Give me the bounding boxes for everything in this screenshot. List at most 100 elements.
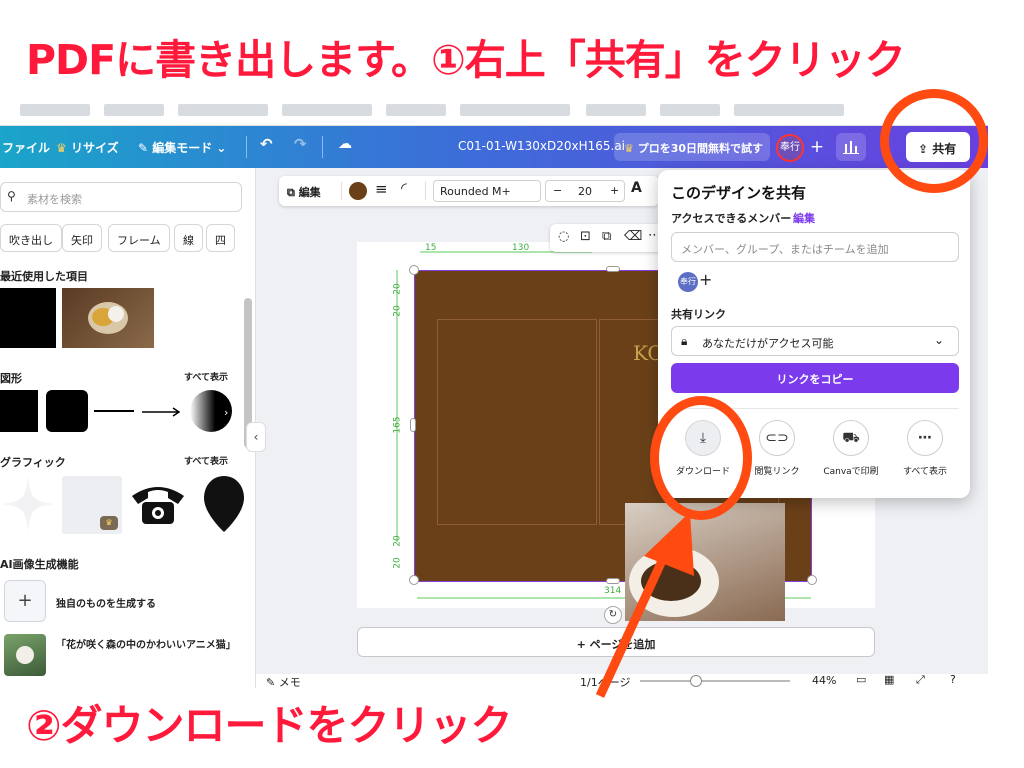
font-size-stepper[interactable]: − 20 + [545,180,625,202]
undo-icon[interactable]: ↶ [260,135,273,153]
see-all-shapes[interactable]: すべて表示 [184,370,228,383]
recent-item-black[interactable] [0,288,56,348]
highlight-ring-share [880,89,988,193]
view-link-option[interactable]: ⊂⊃ 閲覧リンク [741,420,813,477]
grid-view-icon[interactable]: ▦ [884,673,894,686]
print-option[interactable]: ⛟ Canvaで印刷 [815,420,887,477]
shape-edit-icon: ⧉ [287,186,299,199]
bookmark-item[interactable] [660,104,720,116]
help-icon[interactable]: ? [950,673,956,686]
text-color-icon[interactable]: A [631,180,642,196]
bookmark-item[interactable] [20,104,90,116]
telephone-graphic[interactable] [128,478,188,528]
resize-handle[interactable] [807,575,817,585]
cloud-saved-icon[interactable]: ☁ [338,136,352,152]
pro-trial-button[interactable]: ♛ プロを30日間無料で試す [614,133,770,161]
page-view-icon[interactable]: ▭ [856,673,866,686]
add-member-input[interactable]: メンバー、グループ、またはチームを追加 [671,232,959,262]
bookmark-item[interactable] [104,104,164,116]
search-input[interactable]: ⚲ 素材を検索 [0,182,242,212]
resize-handle[interactable] [606,266,620,272]
lock-icon[interactable]: ⊡ [580,229,591,244]
highlight-ring-download [650,396,752,520]
bookmark-item[interactable] [386,104,446,116]
duplicate-icon[interactable]: ⧉ [602,229,611,244]
resize-handle[interactable] [409,575,419,585]
bookmark-item[interactable] [282,104,372,116]
dimension-label: 20 [392,557,403,569]
dimension-label: 130 [512,243,530,253]
corner-radius-icon[interactable]: ◜ [401,179,407,197]
dimension-label: 20 [392,535,403,547]
comment-add-icon[interactable]: ◌ [558,229,569,244]
document-title[interactable]: C01-01-W130xD20xH165.ai [458,139,625,153]
link-access-dropdown[interactable]: 🔒︎ あなただけがアクセス可能 ⌄ [671,326,959,356]
print-option-label: Canvaで印刷 [823,467,879,477]
chip-more[interactable]: 四 [206,224,235,252]
recent-item-curry-photo[interactable] [62,288,154,348]
see-all-graphics[interactable]: すべて表示 [184,454,228,467]
dimension-label: 15 [425,243,437,253]
border-style-icon[interactable]: ≡ [375,180,388,198]
edit-text-button[interactable]: ⧉ 編集 [287,184,321,200]
file-menu[interactable]: ファイル [2,139,50,156]
divider [341,182,342,200]
add-collaborator-icon[interactable]: + [806,136,828,158]
resize-handle[interactable] [410,418,416,432]
chip-arrow[interactable]: 矢印 [62,224,102,252]
font-selector[interactable]: Rounded M+ [433,180,541,202]
divider [425,182,426,200]
dimension-label: 165 [392,416,403,434]
dimension-label: 20 [392,305,403,317]
resize-button[interactable]: ♛ リサイズ [56,139,119,156]
increase-size-icon[interactable]: + [610,184,619,197]
insights-button[interactable] [836,133,866,161]
fullscreen-icon[interactable]: ⤢ [916,673,925,687]
resize-handle[interactable] [409,265,419,275]
zoom-level[interactable]: 44% [812,674,836,687]
edit-access-link[interactable]: 編集 [793,210,815,226]
pencil-icon: ✎ [138,141,153,155]
chevron-right-icon[interactable]: › [224,406,228,419]
rounded-square-shape[interactable] [46,390,88,432]
sparkle-graphic[interactable] [0,474,56,534]
ai-cat-thumbnail[interactable] [4,634,46,676]
chip-line[interactable]: 線 [174,224,203,252]
avatar[interactable]: 奉行 [776,134,804,162]
square-shape[interactable] [0,390,38,432]
redo-icon[interactable]: ↷ [294,135,307,153]
pointer-arrow-icon [595,512,694,698]
font-size-value[interactable]: 20 [578,185,592,198]
paper-graphic[interactable]: ♛ [62,476,122,534]
trash-icon[interactable]: ⌫ [624,229,642,244]
shapes-heading: 図形 [0,372,22,385]
member-avatar[interactable]: 奉行 [678,272,698,292]
fold-line [437,319,597,525]
notes-button[interactable]: ✎ メモ [266,674,301,688]
elements-panel: ⚲ 素材を検索 吹き出し 矢印 フレーム 線 四 最近使用した項目 図形 すべて… [0,168,256,688]
arrow-line-shape[interactable] [142,404,182,418]
bookmark-item[interactable] [586,104,646,116]
bookmark-item[interactable] [460,104,570,116]
bookmark-item[interactable] [734,104,844,116]
edit-mode-dropdown[interactable]: ✎ 編集モード ⌄ [138,139,226,156]
ai-create-label[interactable]: 独自のものを生成する [56,595,156,610]
truck-icon: ⛟ [833,420,869,456]
chip-frame[interactable]: フレーム [108,224,170,252]
share-popup-title: このデザインを共有 [671,184,807,202]
line-shape[interactable] [94,410,134,412]
pin-graphic[interactable] [204,474,244,534]
collapse-panel-icon[interactable]: ‹ [246,422,266,452]
ai-create-icon[interactable]: + [4,580,46,622]
copy-link-button[interactable]: リンクをコピー [671,363,959,393]
element-quick-actions: ◌ ⊡ ⧉ ⌫ ⋯ [550,224,670,252]
search-icon: ⚲ [7,189,16,203]
fill-color-swatch[interactable] [349,182,367,200]
add-member-icon[interactable]: + [699,270,712,289]
decrease-size-icon[interactable]: − [553,184,562,197]
ai-prompt-label[interactable]: 「花が咲く森の中のかわいいアニメ猫」 [56,638,236,654]
see-all-option[interactable]: ⋯ すべて表示 [889,420,961,477]
bookmark-item[interactable] [178,104,268,116]
chip-speech-bubble[interactable]: 吹き出し [0,224,62,252]
rice-shape [108,306,124,322]
